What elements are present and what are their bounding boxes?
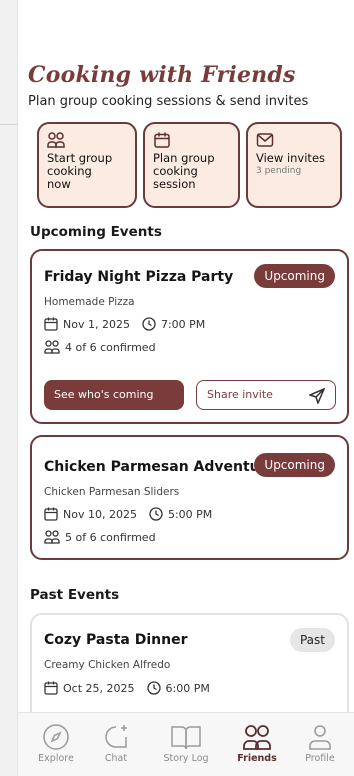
status-badge: Upcoming — [254, 264, 335, 288]
tab-label: Friends — [237, 753, 277, 764]
bottom-tab-bar: Explore Chat Story Log Friends Profile — [18, 712, 354, 776]
event-card-chicken-parmesan[interactable]: Chicken Parmesan Adventure Upcoming Chic… — [30, 435, 349, 560]
event-title: Cozy Pasta Dinner — [44, 632, 188, 648]
page-title: Cooking with Friends — [28, 62, 296, 88]
event-date: Nov 1, 2025 — [63, 317, 130, 331]
event-card-pizza-party[interactable]: Friday Night Pizza Party Upcoming Homema… — [30, 249, 349, 424]
tab-label: Profile — [305, 753, 335, 764]
compass-icon — [43, 724, 69, 750]
mail-icon — [256, 133, 274, 147]
event-confirmed: 5 of 6 confirmed — [44, 530, 156, 544]
event-datetime: Nov 10, 2025 5:00 PM — [44, 507, 212, 521]
pending-count: 3 pending — [256, 166, 302, 176]
view-invites-card[interactable]: View invites 3 pending — [246, 122, 342, 208]
clock-icon — [146, 681, 161, 695]
event-confirmed: 4 of 6 confirmed — [44, 340, 156, 354]
upcoming-section-heading: Upcoming Events — [30, 224, 162, 240]
event-card-pasta-dinner[interactable]: Cozy Pasta Dinner Past Creamy Chicken Al… — [30, 613, 349, 712]
tab-profile[interactable]: Profile — [290, 713, 350, 776]
users-icon — [44, 530, 60, 544]
calendar-icon — [44, 317, 58, 331]
event-dish: Chicken Parmesan Sliders — [44, 486, 180, 498]
calendar-icon — [44, 507, 58, 521]
book-icon — [171, 726, 201, 750]
tab-friends[interactable]: Friends — [227, 713, 287, 776]
see-whos-coming-button[interactable]: See who's coming — [44, 380, 184, 410]
main-content: Cooking with Friends Plan group cooking … — [18, 0, 354, 712]
calendar-icon — [44, 681, 58, 695]
event-date: Oct 25, 2025 — [63, 681, 135, 695]
status-badge: Upcoming — [254, 453, 335, 477]
confirmed-count: 4 of 6 confirmed — [65, 340, 156, 354]
tab-label: Chat — [104, 753, 128, 764]
confirmed-count: 5 of 6 confirmed — [65, 530, 156, 544]
event-datetime: Nov 1, 2025 7:00 PM — [44, 317, 205, 331]
share-invite-button[interactable]: Share invite — [196, 380, 336, 410]
status-badge: Past — [289, 628, 335, 652]
event-datetime: Oct 25, 2025 6:00 PM — [44, 681, 210, 695]
tab-chat[interactable]: Chat — [86, 713, 146, 776]
users-icon — [243, 725, 271, 750]
action-label: View invites — [256, 151, 326, 165]
event-dish: Creamy Chicken Alfredo — [44, 659, 171, 671]
tab-label: Story Log — [163, 753, 209, 764]
past-section-heading: Past Events — [30, 587, 120, 603]
clock-icon — [142, 317, 156, 331]
event-title: Chicken Parmesan Adventure — [44, 459, 277, 475]
tab-explore[interactable]: Explore — [26, 713, 86, 776]
chat-sparkle-icon — [105, 725, 127, 748]
users-icon — [44, 340, 60, 354]
event-title: Friday Night Pizza Party — [44, 269, 234, 285]
plan-group-session-card[interactable]: Plan group cooking session — [143, 122, 240, 208]
event-time: 5:00 PM — [167, 507, 213, 521]
event-time: 7:00 PM — [160, 317, 206, 331]
event-dish: Homemade Pizza — [44, 296, 135, 308]
users-icon — [47, 132, 65, 148]
tab-story-log[interactable]: Story Log — [156, 713, 216, 776]
event-date: Nov 10, 2025 — [63, 507, 137, 521]
tab-label: Explore — [38, 753, 74, 764]
send-icon — [309, 388, 325, 404]
user-icon — [309, 725, 331, 750]
left-sidebar-strip — [0, 0, 18, 776]
action-label: Start group cooking now — [47, 151, 113, 191]
action-label: Plan group cooking session — [153, 151, 215, 191]
share-invite-label: Share invite — [207, 388, 273, 401]
page-subtitle: Plan group cooking sessions & send invit… — [28, 94, 309, 109]
event-time: 6:00 PM — [165, 681, 210, 695]
clock-icon — [149, 507, 163, 521]
sidebar-divider — [0, 124, 18, 125]
start-group-cooking-card[interactable]: Start group cooking now — [37, 122, 137, 208]
calendar-icon — [154, 132, 170, 148]
